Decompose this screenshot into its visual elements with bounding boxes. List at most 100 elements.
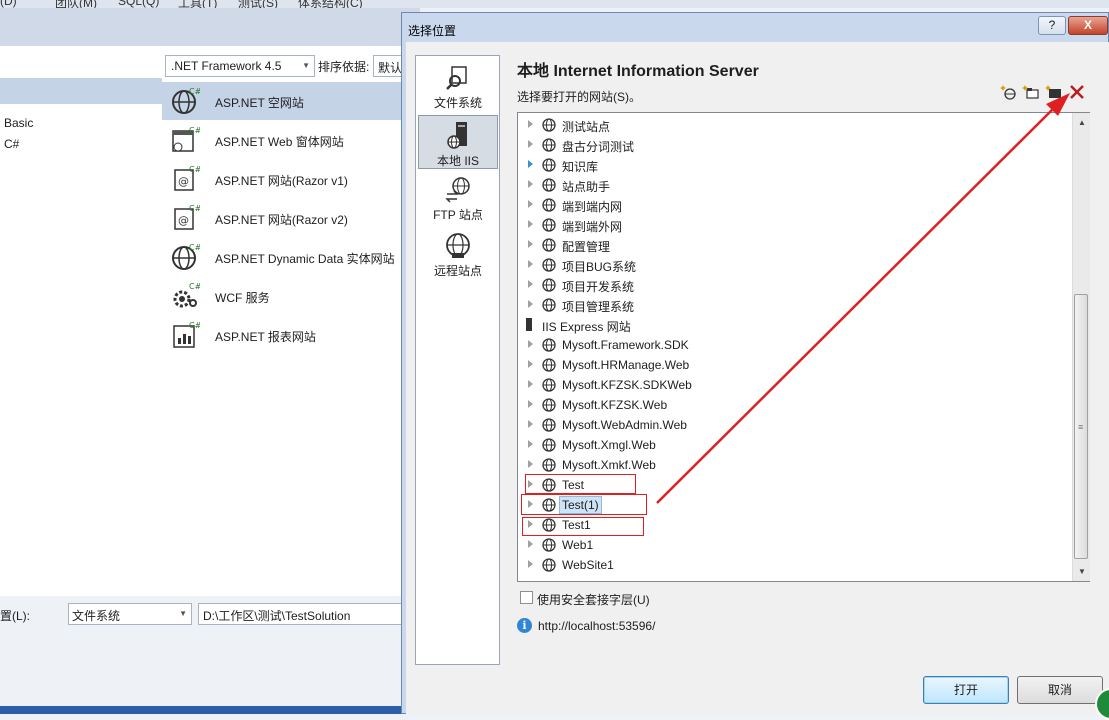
expand-arrow-icon[interactable]	[528, 280, 533, 288]
nav-item-ftp[interactable]: FTP 站点	[418, 172, 498, 226]
svg-text:C#: C#	[189, 126, 200, 135]
menu-item[interactable]: 团队(M)	[55, 0, 97, 8]
scrollbar[interactable]: ▲ ≡ ▼	[1072, 113, 1090, 581]
background-toolbar	[0, 8, 420, 47]
cancel-button[interactable]: 取消	[1017, 676, 1103, 704]
ssl-label[interactable]: 使用安全套接字层(U)	[537, 591, 650, 608]
nav-item-file-system[interactable]: 文件系统	[418, 60, 498, 114]
globe-icon	[542, 158, 556, 172]
scroll-down-icon[interactable]: ▼	[1078, 567, 1086, 576]
menu-item[interactable]: SQL(Q)	[118, 0, 159, 8]
template-label: ASP.NET 网站(Razor v1)	[215, 174, 348, 188]
template-item-empty-site[interactable]: C# ASP.NET 空网站	[162, 82, 420, 120]
site-row[interactable]: Mysoft.Xmgl.Web	[518, 435, 1068, 455]
site-row[interactable]: Mysoft.Xmkf.Web	[518, 455, 1068, 475]
ssl-checkbox[interactable]	[520, 591, 533, 604]
open-button[interactable]: 打开	[923, 676, 1009, 704]
site-row[interactable]: Mysoft.Framework.SDK	[518, 335, 1068, 355]
expand-arrow-icon[interactable]	[528, 240, 533, 248]
chevron-down-icon: ▼	[302, 61, 310, 70]
location-type-select[interactable]: 文件系统 ▼	[68, 603, 192, 625]
template-label: ASP.NET 空网站	[215, 96, 304, 110]
razor-icon: @ C#	[174, 165, 200, 191]
new-web-app-icon[interactable]	[1000, 84, 1018, 100]
new-virtual-dir-icon[interactable]	[1022, 84, 1040, 100]
taskbar	[0, 706, 420, 714]
site-row[interactable]: 端到端外网	[518, 215, 1068, 235]
site-row[interactable]: 项目开发系统	[518, 275, 1068, 295]
template-item-report[interactable]: C# ASP.NET 报表网站	[162, 316, 420, 354]
site-label: 端到端内网	[562, 200, 623, 214]
site-row[interactable]: Mysoft.HRManage.Web	[518, 355, 1068, 375]
framework-select[interactable]: .NET Framework 4.5 ▼	[165, 55, 315, 77]
dialog-title: 选择位置	[408, 24, 457, 38]
expand-arrow-icon[interactable]	[528, 400, 533, 408]
globe-icon	[542, 258, 556, 272]
template-label: ASP.NET Web 窗体网站	[215, 135, 344, 149]
expand-arrow-icon[interactable]	[528, 460, 533, 468]
template-item-razor-v1[interactable]: @ C# ASP.NET 网站(Razor v1)	[162, 160, 420, 198]
info-icon: i	[517, 618, 532, 633]
menu-item[interactable]: 工具(T)	[178, 0, 217, 8]
nav-item-remote[interactable]: 远程站点	[418, 228, 498, 282]
template-label: WCF 服务	[215, 291, 270, 305]
expand-arrow-icon[interactable]	[528, 120, 533, 128]
site-row[interactable]: WebSite1	[518, 555, 1068, 575]
new-site-icon[interactable]	[1045, 84, 1063, 100]
location-nav: 文件系统 本地 IIS FTP 站点 远程站点	[415, 55, 500, 665]
expand-arrow-icon[interactable]	[528, 180, 533, 188]
scroll-thumb[interactable]: ≡	[1074, 294, 1088, 559]
tree-item-basic[interactable]: Basic	[4, 116, 33, 130]
menu-item[interactable]: 测试(S)	[238, 0, 278, 8]
expand-arrow-icon[interactable]	[528, 160, 533, 168]
expand-arrow-icon[interactable]	[528, 220, 533, 228]
site-row[interactable]: 知识库	[518, 155, 1068, 175]
site-row[interactable]: 项目管理系统	[518, 295, 1068, 315]
site-row[interactable]: Web1	[518, 535, 1068, 555]
expand-arrow-icon[interactable]	[528, 300, 533, 308]
expand-arrow-icon[interactable]	[528, 540, 533, 548]
menu-item[interactable]: (D)	[0, 0, 17, 8]
site-row[interactable]: Mysoft.KFZSK.SDKWeb	[518, 375, 1068, 395]
scroll-up-icon[interactable]: ▲	[1078, 118, 1086, 127]
server-icon	[526, 318, 532, 331]
site-row[interactable]: 盘古分词测试	[518, 135, 1068, 155]
delete-icon[interactable]	[1068, 84, 1086, 100]
globe-icon	[542, 418, 556, 432]
server-globe-icon	[447, 122, 467, 149]
globe-icon	[542, 278, 556, 292]
site-label: 项目开发系统	[562, 280, 635, 294]
menu-item[interactable]: 体系结构(C)	[298, 0, 363, 8]
site-group-row[interactable]: IIS Express 网站	[518, 315, 1068, 335]
expand-arrow-icon[interactable]	[528, 360, 533, 368]
help-button[interactable]: ?	[1038, 16, 1066, 35]
nav-item-local-iis[interactable]: 本地 IIS	[418, 115, 498, 169]
template-item-wcf[interactable]: C# WCF 服务	[162, 277, 420, 315]
site-row[interactable]: Mysoft.KFZSK.Web	[518, 395, 1068, 415]
expand-arrow-icon[interactable]	[528, 420, 533, 428]
svg-text:C#: C#	[189, 204, 200, 213]
globe-web-icon: C#	[172, 87, 200, 114]
site-row[interactable]: Mysoft.WebAdmin.Web	[518, 415, 1068, 435]
expand-arrow-icon[interactable]	[528, 260, 533, 268]
template-item-dynamic-data[interactable]: C# ASP.NET Dynamic Data 实体网站	[162, 238, 420, 276]
template-item-razor-v2[interactable]: @ C# ASP.NET 网站(Razor v2)	[162, 199, 420, 237]
site-label: Mysoft.KFZSK.SDKWeb	[562, 378, 692, 392]
expand-arrow-icon[interactable]	[528, 380, 533, 388]
expand-arrow-icon[interactable]	[528, 200, 533, 208]
expand-arrow-icon[interactable]	[528, 560, 533, 568]
close-button[interactable]: X	[1068, 16, 1108, 35]
location-path-input[interactable]: D:\工作区\测试\TestSolution	[198, 603, 410, 625]
expand-arrow-icon[interactable]	[528, 440, 533, 448]
tree-item-csharp[interactable]: C#	[4, 137, 19, 151]
expand-arrow-icon[interactable]	[528, 140, 533, 148]
site-row[interactable]: 测试站点	[518, 115, 1068, 135]
site-row[interactable]: 站点助手	[518, 175, 1068, 195]
template-item-web-forms[interactable]: C# ASP.NET Web 窗体网站	[162, 121, 420, 159]
site-row[interactable]: 配置管理	[518, 235, 1068, 255]
chevron-down-icon: ▼	[179, 609, 187, 618]
site-row[interactable]: 端到端内网	[518, 195, 1068, 215]
site-row[interactable]: 项目BUG系统	[518, 255, 1068, 275]
site-label: 项目BUG系统	[562, 260, 637, 274]
expand-arrow-icon[interactable]	[528, 340, 533, 348]
